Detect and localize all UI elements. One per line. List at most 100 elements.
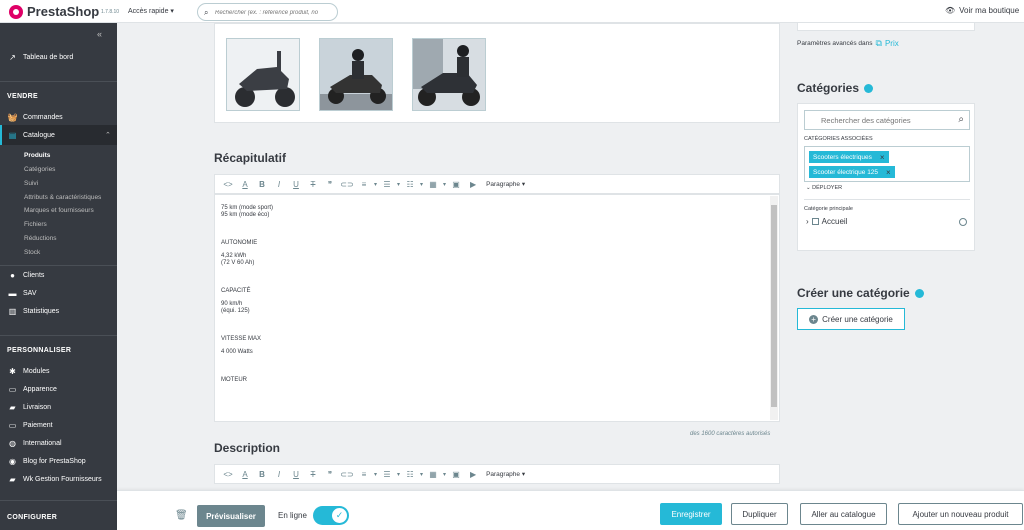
summary-editor[interactable]: 75 km (mode sport) 95 km (mode éco) AUTO… <box>214 194 780 422</box>
product-image-1[interactable] <box>226 38 300 111</box>
sidebar-item-shipping[interactable]: ▰ Livraison <box>7 400 51 414</box>
sidebar-divider <box>0 500 117 501</box>
create-category-label: Créer une catégorie <box>822 314 893 324</box>
caret-down-icon[interactable]: ▾ <box>397 181 400 188</box>
save-button[interactable]: Enregistrer <box>660 503 722 525</box>
caret-down-icon[interactable]: ▾ <box>374 471 377 478</box>
caret-down-icon[interactable]: ▾ <box>420 471 423 478</box>
editor-scrollbar-thumb[interactable] <box>771 205 777 407</box>
preview-button[interactable]: Prévisualiser <box>197 505 265 527</box>
sidebar-item-modules[interactable]: ✱ Modules <box>7 364 49 378</box>
close-icon[interactable]: × <box>886 168 891 177</box>
caret-down-icon[interactable]: ▾ <box>374 181 377 188</box>
online-toggle[interactable]: ✓ <box>313 506 349 525</box>
image-icon[interactable]: ▣ <box>448 177 464 191</box>
quote-icon[interactable]: ❞ <box>322 467 338 481</box>
media-icon[interactable]: ▶ <box>465 177 481 191</box>
strikethrough-icon[interactable]: T <box>305 467 321 481</box>
sidebar-item-payment[interactable]: ▭ Paiement <box>7 418 53 432</box>
align-icon[interactable]: ≡ <box>356 467 372 481</box>
view-shop-link[interactable]: 👁 Voir ma boutique <box>945 6 1019 15</box>
chevron-right-icon[interactable]: › <box>806 217 809 226</box>
link-icon[interactable]: ⊂⊃ <box>339 467 355 481</box>
sidebar-item-stats[interactable]: ▥ Statistiques <box>7 304 59 318</box>
link-icon[interactable]: ⊂⊃ <box>339 177 355 191</box>
sidebar-item-international[interactable]: ◍ International <box>7 436 62 450</box>
search-input[interactable] <box>215 7 333 18</box>
bullet-list-icon[interactable]: ☰ <box>379 177 395 191</box>
sidebar: « ↗ Tableau de bord VENDRE 🧺 Commandes ▤… <box>0 23 117 530</box>
category-search-input[interactable] <box>821 115 951 126</box>
italic-icon[interactable]: I <box>271 177 287 191</box>
caret-down-icon[interactable]: ▾ <box>443 471 446 478</box>
prestashop-logo[interactable]: PrestaShop <box>9 4 99 19</box>
subnav-attributes[interactable]: Attributs & caractéristiques <box>24 194 101 201</box>
table-icon[interactable]: ▦ <box>425 177 441 191</box>
help-icon[interactable] <box>914 289 924 299</box>
code-icon[interactable]: <> <box>220 467 236 481</box>
main-category-radio[interactable] <box>959 218 967 226</box>
text-color-icon[interactable]: A <box>237 177 253 191</box>
underline-icon[interactable]: U <box>288 177 304 191</box>
text-color-icon[interactable]: A <box>237 467 253 481</box>
create-category-button[interactable]: + Créer une catégorie <box>797 308 905 330</box>
image-icon[interactable]: ▣ <box>448 467 464 481</box>
sidebar-item-blog[interactable]: ◉ Blog for PrestaShop <box>7 454 86 468</box>
caret-down-icon[interactable]: ▾ <box>420 181 423 188</box>
bold-icon[interactable]: B <box>254 177 270 191</box>
paragraph-format-select[interactable]: Paragraphe ▾ <box>486 470 525 478</box>
sidebar-item-catalog[interactable]: ▤ Catalogue ⌃ <box>7 128 111 142</box>
subnav-discounts[interactable]: Réductions <box>24 235 57 242</box>
sidebar-item-dashboard[interactable]: ↗ Tableau de bord <box>7 50 73 64</box>
caret-down-icon[interactable]: ▾ <box>397 471 400 478</box>
sidebar-item-orders[interactable]: 🧺 Commandes <box>7 110 63 124</box>
section-configure: CONFIGURER <box>7 514 58 521</box>
search-box[interactable]: ⌕ <box>197 3 338 21</box>
numbered-list-icon[interactable]: ☷ <box>402 467 418 481</box>
sidebar-item-label: Modules <box>23 367 50 375</box>
go-to-catalog-button[interactable]: Aller au catalogue <box>800 503 887 525</box>
duplicate-button[interactable]: Dupliquer <box>731 503 788 525</box>
subnav-categories[interactable]: Catégories <box>24 166 55 173</box>
italic-icon[interactable]: I <box>271 467 287 481</box>
trash-icon[interactable]: 🗑 <box>175 510 188 521</box>
code-icon[interactable]: <> <box>220 177 236 191</box>
sidebar-item-label: Tableau de bord <box>23 53 74 61</box>
align-icon[interactable]: ≡ <box>356 177 372 191</box>
summary-title: Récapitulatif <box>214 151 287 165</box>
table-icon[interactable]: ▦ <box>425 467 441 481</box>
sidebar-item-sav[interactable]: ▬ SAV <box>7 286 37 300</box>
collapse-sidebar-icon[interactable]: « <box>97 29 102 39</box>
caret-down-icon[interactable]: ▾ <box>443 181 446 188</box>
editor-text-line: AUTONOMIE <box>221 240 258 246</box>
expand-toggle[interactable]: ⌄ DÉPLOYER <box>806 185 842 191</box>
sidebar-item-customers[interactable]: ● Clients <box>7 268 44 282</box>
sidebar-item-appearance[interactable]: ▭ Apparence <box>7 382 57 396</box>
subnav-files[interactable]: Fichiers <box>24 221 47 228</box>
quick-access-menu[interactable]: Accès rapide ▾ <box>128 7 174 15</box>
numbered-list-icon[interactable]: ☷ <box>402 177 418 191</box>
quote-icon[interactable]: ❞ <box>322 177 338 191</box>
truck-icon: ▰ <box>9 402 16 412</box>
sidebar-item-wk-suppliers[interactable]: ▰ Wk Gestion Fournisseurs <box>7 472 101 486</box>
bullet-list-icon[interactable]: ☰ <box>379 467 395 481</box>
product-image-2[interactable] <box>319 38 393 111</box>
add-new-product-button[interactable]: Ajouter un nouveau produit <box>898 503 1023 525</box>
price-link[interactable]: Prix <box>885 39 899 48</box>
category-search-box[interactable]: ⌕ <box>804 110 970 130</box>
subnav-stock[interactable]: Stock <box>24 249 40 256</box>
help-icon[interactable] <box>864 84 874 94</box>
bold-icon[interactable]: B <box>254 467 270 481</box>
subnav-brands[interactable]: Marques et fournisseurs <box>24 207 94 214</box>
underline-icon[interactable]: U <box>288 467 304 481</box>
subnav-products[interactable]: Produits <box>24 152 50 159</box>
section-customize: PERSONNALISER <box>7 347 72 354</box>
subnav-tracking[interactable]: Suivi <box>24 180 38 187</box>
strikethrough-icon[interactable]: T <box>305 177 321 191</box>
paragraph-format-select[interactable]: Paragraphe ▾ <box>486 180 525 188</box>
media-icon[interactable]: ▶ <box>465 467 481 481</box>
category-checkbox[interactable] <box>811 218 819 225</box>
close-icon[interactable]: × <box>880 153 885 162</box>
advanced-params-label: Paramètres avancés dans <box>797 40 873 47</box>
product-image-3[interactable] <box>412 38 486 111</box>
